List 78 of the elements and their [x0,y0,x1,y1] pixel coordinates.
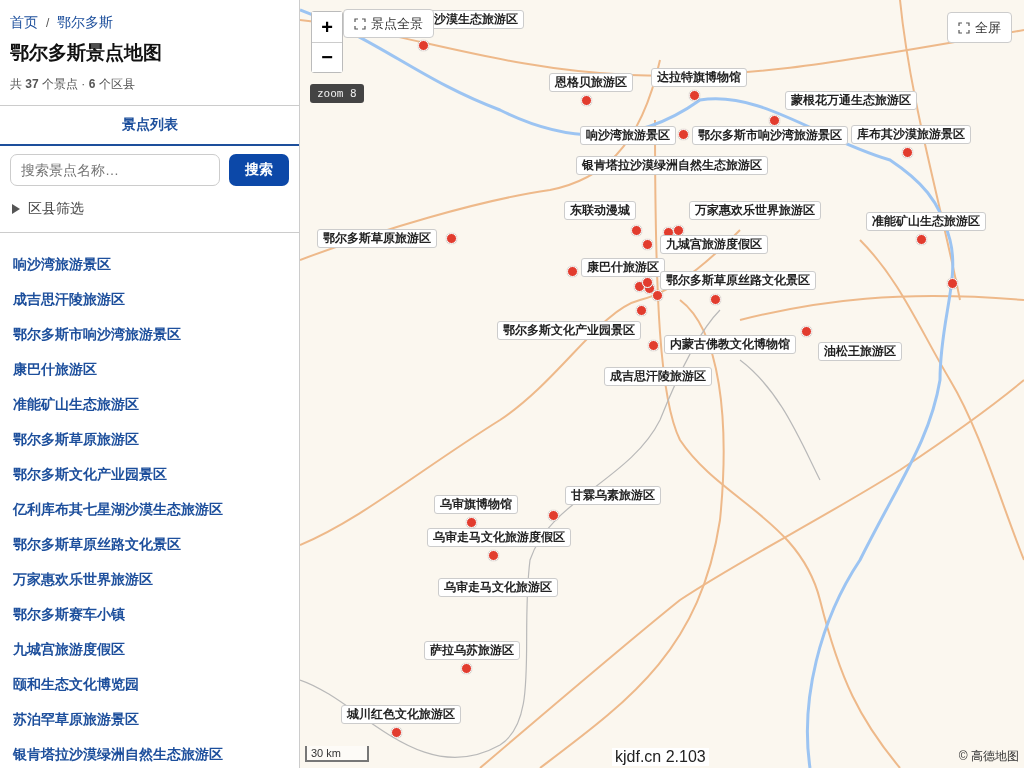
location-marker[interactable] [567,266,578,277]
breadcrumb-link[interactable]: 鄂尔多斯 [57,14,114,32]
place-label[interactable]: 油松王旅游区 [818,342,902,361]
expand-triangle-icon[interactable] [12,204,20,214]
scenic-spot-link[interactable]: 鄂尔多斯草原丝路文化景区 [13,535,286,553]
fullscreen-icon [958,21,970,34]
scenic-spot-link[interactable]: 颐和生态文化博览园 [13,675,286,693]
search-button[interactable]: 搜索 [229,154,289,186]
place-label[interactable]: 万家惠欢乐世界旅游区 [689,201,821,220]
place-label[interactable]: 鄂尔多斯市响沙湾旅游景区 [692,126,848,145]
scenic-spot-link[interactable]: 鄂尔多斯赛车小镇 [13,605,286,623]
place-label[interactable]: 康巴什旅游区 [581,258,665,277]
place-label[interactable]: 九城宫旅游度假区 [660,235,768,254]
location-marker[interactable] [947,278,958,289]
scenic-spot-link[interactable]: 苏泊罕草原旅游景区 [13,710,286,728]
scenic-spot-link[interactable]: 九城宫旅游度假区 [13,640,286,658]
scenic-spot-link[interactable]: 银肯塔拉沙漠绿洲自然生态旅游区 [13,745,286,763]
attribution-text: © 高德地图 [958,748,1019,765]
scenic-spot-link[interactable]: 鄂尔多斯文化产业园景区 [13,465,286,483]
version-text: kjdf.cn 2.103 [612,748,709,766]
place-label[interactable]: 乌审旗博物馆 [434,495,518,514]
scenic-spot-link[interactable]: 万家惠欢乐世界旅游区 [13,570,286,588]
scenic-spot-link[interactable]: 成吉思汗陵旅游区 [13,290,286,308]
location-marker[interactable] [902,147,913,158]
zoom-level-badge: zoom 8 [310,84,364,103]
place-label[interactable]: 鄂尔多斯文化产业园景区 [497,321,641,340]
search-field[interactable]: 搜索景点名称… [10,154,220,186]
list-tab[interactable]: 景点列表 [0,106,299,146]
scenic-spot-link[interactable]: 亿利库布其七星湖沙漠生态旅游区 [13,500,286,518]
overview-button[interactable]: 景点全景 [343,9,434,38]
scenic-spot-link[interactable]: 鄂尔多斯市响沙湾旅游景区 [13,325,286,343]
location-marker[interactable] [678,129,689,140]
scenic-spot-link[interactable]: 准能矿山生态旅游区 [13,395,286,413]
place-label[interactable]: 萨拉乌苏旅游区 [424,641,520,660]
place-label[interactable]: 成吉思汗陵旅游区 [604,367,712,386]
place-label[interactable]: 鄂尔多斯草原丝路文化景区 [660,271,816,290]
place-label[interactable]: 库布其沙漠旅游景区 [851,125,971,144]
location-marker[interactable] [631,225,642,236]
place-label[interactable]: 东联动漫城 [564,201,636,220]
location-marker[interactable] [916,234,927,245]
zoom-out-button[interactable]: − [312,42,342,72]
location-marker[interactable] [648,340,659,351]
place-label[interactable]: 达拉特旗博物馆 [651,68,747,87]
place-label[interactable]: 城川红色文化旅游区 [341,705,461,724]
place-label[interactable]: 乌审走马文化旅游度假区 [427,528,571,547]
place-label[interactable]: 内蒙古佛教文化博物馆 [664,335,796,354]
location-marker[interactable] [801,326,812,337]
location-marker[interactable] [446,233,457,244]
place-label[interactable]: 银肯塔拉沙漠绿洲自然生态旅游区 [576,156,768,175]
location-marker[interactable] [710,294,721,305]
location-marker[interactable] [581,95,592,106]
scenic-spot-link[interactable]: 鄂尔多斯草原旅游区 [13,430,286,448]
district-filter-toggle[interactable]: 区县筛选 [28,200,84,218]
place-label[interactable]: 响沙湾旅游景区 [580,126,676,145]
location-marker[interactable] [636,305,647,316]
location-marker[interactable] [418,40,429,51]
location-marker[interactable] [488,550,499,561]
place-label[interactable]: 蒙根花万通生态旅游区 [785,91,917,110]
breadcrumb-separator: / [46,16,50,30]
location-marker[interactable] [652,290,663,301]
stats-text: 共 37 个景点 · 6 个区县 [10,76,136,93]
breadcrumb-link[interactable]: 首页 [10,14,38,32]
place-label[interactable]: 乌审走马文化旅游区 [438,578,558,597]
location-marker[interactable] [642,239,653,250]
location-marker[interactable] [548,510,559,521]
place-label[interactable]: 鄂尔多斯草原旅游区 [317,229,437,248]
fullscreen-button[interactable]: 全屏 [947,12,1012,43]
scenic-spot-link[interactable]: 响沙湾旅游景区 [13,255,286,273]
page-title: 鄂尔多斯景点地图 [10,41,163,65]
location-marker[interactable] [391,727,402,738]
location-marker[interactable] [689,90,700,101]
expand-icon [354,17,366,30]
place-label[interactable]: 准能矿山生态旅游区 [866,212,986,231]
location-marker[interactable] [461,663,472,674]
scale-bar: 30 km [305,746,369,762]
place-label[interactable]: 恩格贝旅游区 [549,73,633,92]
scenic-spot-link[interactable]: 康巴什旅游区 [13,360,286,378]
place-label[interactable]: 甘霖乌素旅游区 [565,486,661,505]
